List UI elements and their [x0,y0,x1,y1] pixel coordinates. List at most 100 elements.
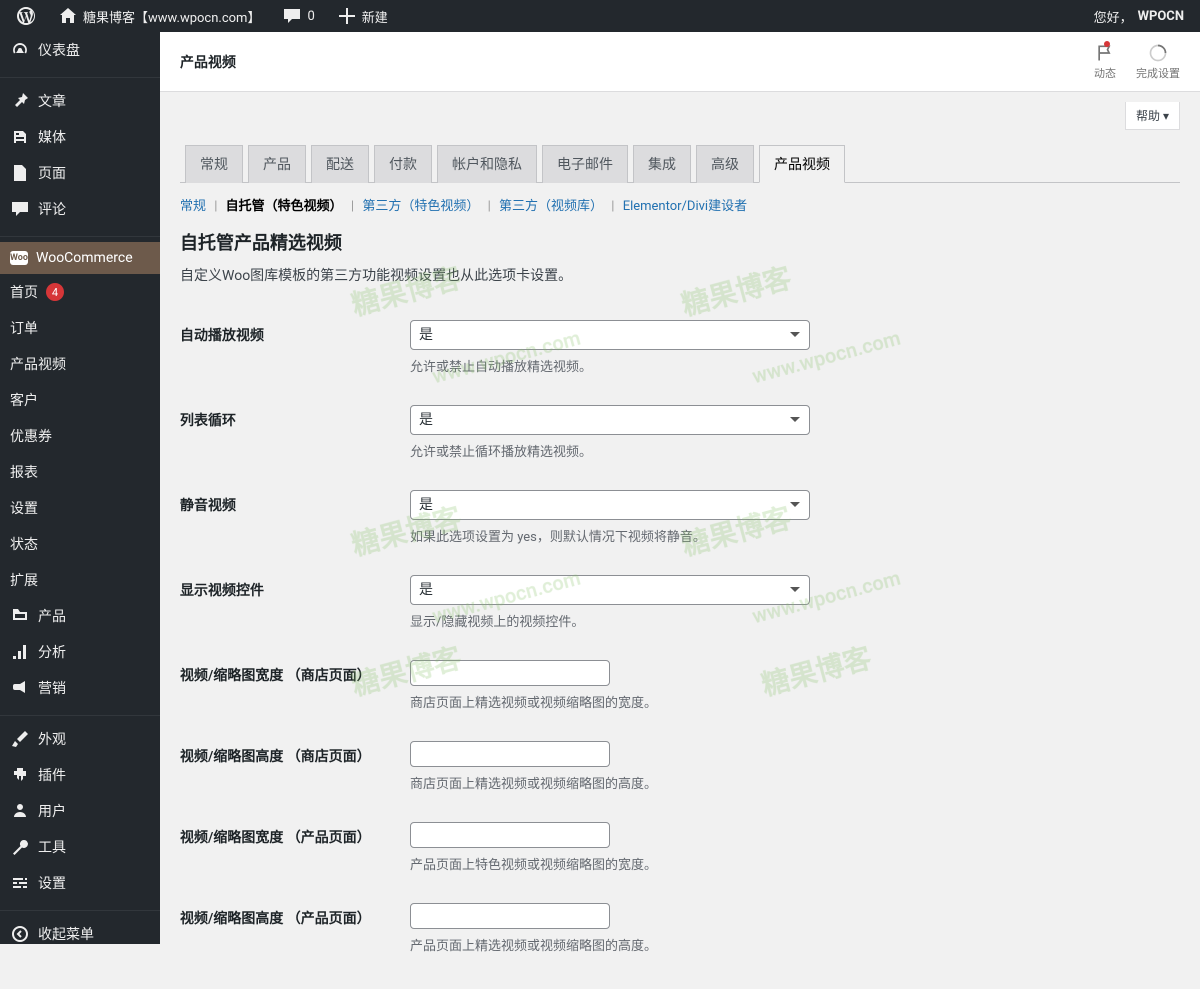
megaphone-icon [10,678,30,698]
chevron-down-icon: ▾ [1163,109,1169,123]
nav-tab[interactable]: 电子邮件 [542,145,628,183]
count-badge: 4 [46,283,64,301]
text-field[interactable] [410,741,610,767]
collapse-icon [10,924,30,944]
dashboard-icon [10,40,30,60]
submenu-settings[interactable]: 设置 [0,490,160,526]
comments-link[interactable]: 0 [274,0,322,32]
subtab-third-party-featured[interactable]: 第三方（特色视频） [362,199,479,214]
admin-bar: 糖果博客【www.wpocn.com】 0 新建 您好，WPOCN [0,0,1200,32]
select-field[interactable]: 是 [410,320,810,350]
field-description: 商店页面上精选视频或视频缩略图的宽度。 [410,692,1170,711]
submenu-status[interactable]: 状态 [0,526,160,562]
plugin-icon [10,765,30,785]
submenu-product-video[interactable]: 产品视频 [0,346,160,382]
page-title: 产品视频 [180,52,236,72]
menu-separator [0,73,160,78]
nav-tab[interactable]: 集成 [633,145,691,183]
submenu-customers[interactable]: 客户 [0,382,160,418]
nav-tab[interactable]: 付款 [374,145,432,183]
wrench-icon [10,837,30,857]
menu-plugins[interactable]: 插件 [0,757,160,793]
menu-posts[interactable]: 文章 [0,83,160,119]
field-label: 视频/缩略图宽度 （商店页面） [180,645,400,726]
submenu-home[interactable]: 首页4 [0,274,160,310]
menu-users[interactable]: 用户 [0,793,160,829]
page-icon [10,163,30,183]
menu-settings[interactable]: 设置 [0,865,160,901]
woo-header: 产品视频 动态 完成设置 [160,32,1200,92]
activity-button[interactable]: 动态 [1094,43,1116,81]
notification-dot [1104,41,1110,47]
site-name: 糖果博客【www.wpocn.com】 [83,7,260,26]
sub-tabs: 常规 | 自托管（特色视频） | 第三方（特色视频） | 第三方（视频库） | … [180,195,1180,214]
field-label: 视频/缩略图宽度 （产品页面） [180,807,400,888]
select-field[interactable]: 是 [410,405,810,435]
menu-dashboard[interactable]: 仪表盘 [0,32,160,68]
nav-tab[interactable]: 配送 [311,145,369,183]
field-label: 自动播放视频 [180,305,400,390]
subtab-elementor[interactable]: Elementor/Divi建设者 [623,199,747,214]
field-label: 显示视频控件 [180,560,400,645]
field-description: 允许或禁止自动播放精选视频。 [410,356,1170,375]
field-label: 列表循环 [180,390,400,475]
user-icon [10,801,30,821]
add-new-link[interactable]: 新建 [329,0,396,32]
subtab-self-hosted[interactable]: 自托管（特色视频） [226,199,343,214]
menu-comments[interactable]: 评论 [0,191,160,227]
field-description: 产品页面上特色视频或视频缩略图的宽度。 [410,854,1170,873]
site-name-link[interactable]: 糖果博客【www.wpocn.com】 [50,0,268,32]
menu-separator [0,232,160,237]
menu-separator [0,711,160,716]
menu-pages[interactable]: 页面 [0,155,160,191]
woo-icon: Woo [10,251,28,265]
field-description: 如果此选项设置为 yes，则默认情况下视频将静音。 [410,526,1170,545]
menu-collapse[interactable]: 收起菜单 [0,916,160,944]
settings-form: 自动播放视频是允许或禁止自动播放精选视频。列表循环是允许或禁止循环播放精选视频。… [180,305,1180,969]
nav-tab[interactable]: 高级 [696,145,754,183]
plus-icon [337,6,357,26]
submenu-orders[interactable]: 订单 [0,310,160,346]
howdy-prefix: 您好， [1094,7,1133,26]
admin-sidebar: 仪表盘 文章 媒体 页面 评论 WooWooCommerce 首页4 订单 产品… [0,32,160,944]
field-label: 视频/缩略图高度 （产品页面） [180,888,400,969]
nav-tab[interactable]: 帐户和隐私 [437,145,537,183]
menu-analytics[interactable]: 分析 [0,634,160,670]
submenu-reports[interactable]: 报表 [0,454,160,490]
menu-products[interactable]: 产品 [0,598,160,634]
main-content: 产品视频 动态 完成设置 帮助 ▾ 常规产品配送付款帐户和隐私电子邮件集成高级产… [160,0,1200,989]
select-field[interactable]: 是 [410,490,810,520]
pin-icon [10,91,30,111]
menu-tools[interactable]: 工具 [0,829,160,865]
section-title: 自托管产品精选视频 [180,229,1180,255]
field-label: 静音视频 [180,475,400,560]
menu-woocommerce[interactable]: WooWooCommerce [0,242,160,274]
user-account[interactable]: 您好，WPOCN [1086,0,1192,32]
text-field[interactable] [410,822,610,848]
select-field[interactable]: 是 [410,575,810,605]
nav-tabs: 常规产品配送付款帐户和隐私电子邮件集成高级产品视频 [180,140,1180,183]
nav-tab[interactable]: 常规 [185,145,243,183]
subtab-third-party-library[interactable]: 第三方（视频库） [499,199,603,214]
finish-setup-button[interactable]: 完成设置 [1136,43,1180,81]
brush-icon [10,729,30,749]
menu-appearance[interactable]: 外观 [0,721,160,757]
submenu-extensions[interactable]: 扩展 [0,562,160,598]
text-field[interactable] [410,660,610,686]
progress-icon [1148,43,1168,63]
nav-tab[interactable]: 产品视频 [759,145,845,183]
text-field[interactable] [410,903,610,929]
menu-marketing[interactable]: 营销 [0,670,160,706]
menu-separator [0,906,160,911]
product-icon [10,606,30,626]
wp-logo[interactable] [8,0,44,32]
field-label: 视频/缩略图高度 （商店页面） [180,726,400,807]
wordpress-icon [16,6,36,26]
field-description: 商店页面上精选视频或视频缩略图的高度。 [410,773,1170,792]
subtab-general[interactable]: 常规 [180,199,206,214]
nav-tab[interactable]: 产品 [248,145,306,183]
add-new-label: 新建 [362,7,388,26]
help-tab[interactable]: 帮助 ▾ [1125,102,1180,130]
menu-media[interactable]: 媒体 [0,119,160,155]
submenu-coupons[interactable]: 优惠券 [0,418,160,454]
